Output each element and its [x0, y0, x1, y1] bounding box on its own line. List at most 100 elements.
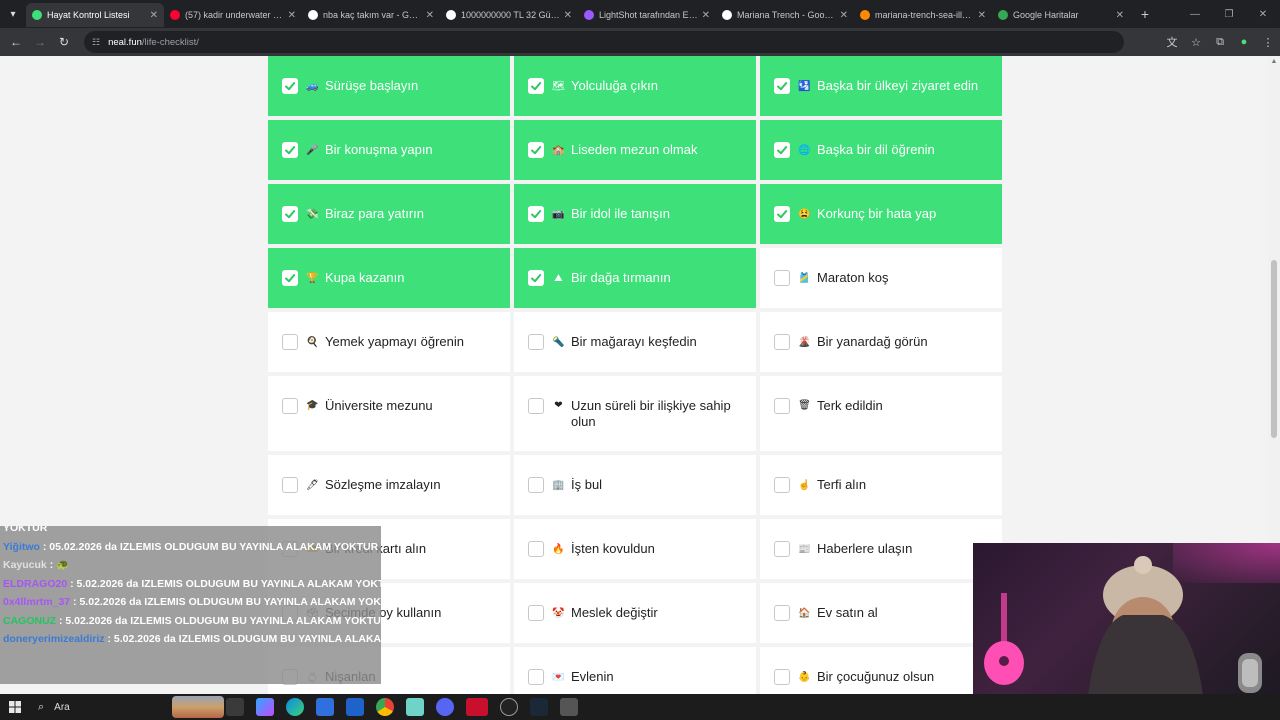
- checklist-item[interactable]: 🌐 Başka bir dil öğrenin: [760, 120, 1002, 180]
- checklist-item[interactable]: ❤ Uzun süreli bir ilişkiye sahip olun: [514, 376, 756, 451]
- store-icon[interactable]: [316, 698, 334, 716]
- checkbox[interactable]: [528, 669, 544, 685]
- checklist-item[interactable]: ☝ Terfi alın: [760, 455, 1002, 515]
- tab-close-icon[interactable]: ✕: [840, 10, 848, 21]
- checked-checkbox[interactable]: [774, 78, 790, 94]
- new-tab-button[interactable]: +: [1134, 3, 1156, 25]
- tab-close-icon[interactable]: ✕: [288, 10, 296, 21]
- browser-tab[interactable]: mariana-trench-sea-illust ✕: [854, 3, 992, 27]
- calculator-icon[interactable]: [560, 698, 578, 716]
- windows-start-button[interactable]: [0, 694, 30, 720]
- checklist-item[interactable]: 🗑 Terk edildin: [760, 376, 1002, 451]
- discord-icon[interactable]: [436, 698, 454, 716]
- checklist-item[interactable]: 👶 Bir çocuğunuz olsun: [760, 647, 1002, 694]
- forward-button[interactable]: →: [28, 30, 52, 54]
- chrome-icon[interactable]: [376, 698, 394, 716]
- stream-app-icon[interactable]: [466, 698, 488, 716]
- scroll-up-icon[interactable]: ▲: [1270, 58, 1278, 65]
- steam-icon[interactable]: [530, 698, 548, 716]
- checklist-item[interactable]: 😫 Korkunç bir hata yap: [760, 184, 1002, 244]
- checkbox[interactable]: [774, 669, 790, 685]
- site-info-icon[interactable]: ☷: [92, 37, 100, 48]
- checklist-item[interactable]: ⛰ Bir dağa tırmanın: [514, 248, 756, 308]
- checked-checkbox[interactable]: [282, 142, 298, 158]
- checklist-item[interactable]: 📰 Haberlere ulaşın: [760, 519, 1002, 579]
- back-button[interactable]: ←: [4, 30, 28, 54]
- browser-tab[interactable]: Hayat Kontrol Listesi ✕: [26, 3, 164, 27]
- checked-checkbox[interactable]: [528, 142, 544, 158]
- checklist-item[interactable]: 🏢 İş bul: [514, 455, 756, 515]
- checklist-item[interactable]: 🛂 Başka bir ülkeyi ziyaret edin: [760, 56, 1002, 116]
- checked-checkbox[interactable]: [528, 78, 544, 94]
- browser-tab[interactable]: Mariana Trench - Google ✕: [716, 3, 854, 27]
- scrollbar-thumb[interactable]: [1271, 260, 1277, 438]
- checkbox[interactable]: [282, 398, 298, 414]
- tab-close-icon[interactable]: ✕: [564, 10, 572, 21]
- edge-icon[interactable]: [286, 698, 304, 716]
- tab-close-icon[interactable]: ✕: [150, 10, 158, 21]
- checkbox[interactable]: [774, 334, 790, 350]
- checklist-item[interactable]: 🏠 Ev satın al: [760, 583, 1002, 643]
- checklist-item[interactable]: 🔦 Bir mağarayı keşfedin: [514, 312, 756, 372]
- checkbox[interactable]: [528, 541, 544, 557]
- checklist-item[interactable]: 💌 Evlenin: [514, 647, 756, 694]
- task-view-icon[interactable]: [226, 698, 244, 716]
- bookmark-star-icon[interactable]: ☆: [1184, 30, 1208, 54]
- tab-close-icon[interactable]: ✕: [702, 10, 710, 21]
- checklist-item[interactable]: 🎽 Maraton koş: [760, 248, 1002, 308]
- close-window-icon[interactable]: ✕: [1246, 0, 1280, 28]
- address-bar[interactable]: ☷ neal.fun/life-checklist/: [84, 31, 1124, 53]
- checkbox[interactable]: [528, 605, 544, 621]
- checkbox[interactable]: [282, 477, 298, 493]
- checklist-item[interactable]: 🍳 Yemek yapmayı öğrenin: [268, 312, 510, 372]
- taskbar-search[interactable]: ⌕ Ara: [30, 696, 224, 718]
- checklist-item[interactable]: 🗺 Yolculuğa çıkın: [514, 56, 756, 116]
- checked-checkbox[interactable]: [774, 142, 790, 158]
- checklist-item[interactable]: 🎓 Üniversite mezunu: [268, 376, 510, 451]
- checklist-item[interactable]: 🖊 Sözleşme imzalayın: [268, 455, 510, 515]
- tab-close-icon[interactable]: ✕: [978, 10, 986, 21]
- restore-icon[interactable]: ❐: [1212, 0, 1246, 28]
- checklist-item[interactable]: 🎤 Bir konuşma yapın: [268, 120, 510, 180]
- checklist-item[interactable]: 🏫 Liseden mezun olmak: [514, 120, 756, 180]
- mail-icon[interactable]: [346, 698, 364, 716]
- checkbox[interactable]: [528, 398, 544, 414]
- checked-checkbox[interactable]: [282, 270, 298, 286]
- tab-close-icon[interactable]: ✕: [426, 10, 434, 21]
- checked-checkbox[interactable]: [282, 78, 298, 94]
- app-icon[interactable]: [406, 698, 424, 716]
- checked-checkbox[interactable]: [774, 206, 790, 222]
- checkbox[interactable]: [774, 270, 790, 286]
- checkbox[interactable]: [282, 334, 298, 350]
- checked-checkbox[interactable]: [528, 270, 544, 286]
- tab-close-icon[interactable]: ✕: [1116, 10, 1124, 21]
- checklist-item[interactable]: 🤡 Meslek değiştir: [514, 583, 756, 643]
- checkbox[interactable]: [528, 334, 544, 350]
- checkbox[interactable]: [528, 477, 544, 493]
- browser-tab[interactable]: LightShot tarafından Ekra ✕: [578, 3, 716, 27]
- checked-checkbox[interactable]: [528, 206, 544, 222]
- tab-search-icon[interactable]: ▾: [0, 0, 26, 28]
- checked-checkbox[interactable]: [282, 206, 298, 222]
- checklist-item[interactable]: 🌋 Bir yanardağ görün: [760, 312, 1002, 372]
- checkbox[interactable]: [774, 398, 790, 414]
- translate-icon[interactable]: 文: [1160, 30, 1184, 54]
- checkbox[interactable]: [774, 541, 790, 557]
- checklist-item[interactable]: 📷 Bir idol ile tanışın: [514, 184, 756, 244]
- checkbox[interactable]: [774, 477, 790, 493]
- checklist-item[interactable]: 🔥 İşten kovuldun: [514, 519, 756, 579]
- checklist-item[interactable]: 🏆 Kupa kazanın: [268, 248, 510, 308]
- browser-menu-icon[interactable]: ⋮: [1256, 30, 1280, 54]
- profile-icon[interactable]: ●: [1232, 30, 1256, 54]
- browser-tab[interactable]: Google Haritalar ✕: [992, 3, 1130, 27]
- obs-icon[interactable]: [500, 698, 518, 716]
- checkbox[interactable]: [774, 605, 790, 621]
- browser-tab[interactable]: nba kaç takım var - Goog ✕: [302, 3, 440, 27]
- browser-tab[interactable]: 1000000000 TL 32 Gün Va ✕: [440, 3, 578, 27]
- minimize-icon[interactable]: —: [1178, 0, 1212, 28]
- extensions-icon[interactable]: ⧉: [1208, 30, 1232, 54]
- reload-button[interactable]: ↻: [52, 30, 76, 54]
- checklist-item[interactable]: 🚙 Sürüşe başlayın: [268, 56, 510, 116]
- checklist-item[interactable]: 💸 Biraz para yatırın: [268, 184, 510, 244]
- browser-tab[interactable]: (57) kadir underwater rug ✕: [164, 3, 302, 27]
